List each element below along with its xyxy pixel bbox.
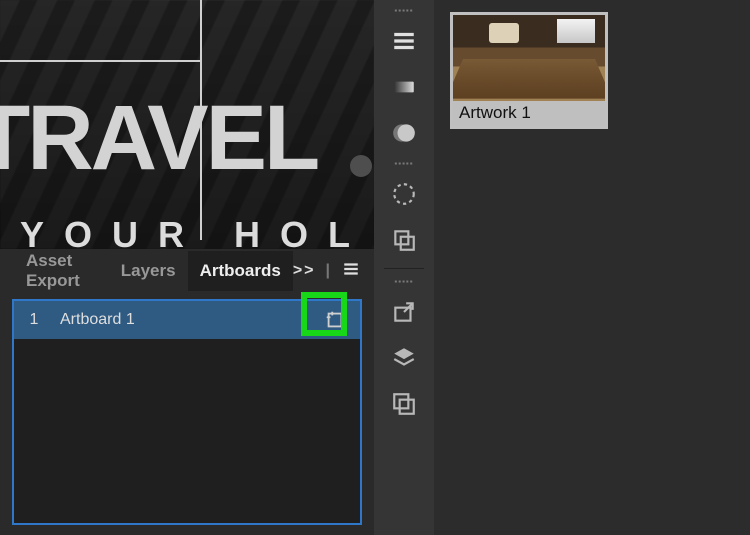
right-panel: Artwork 1 [434, 0, 750, 535]
tab-asset-export[interactable]: Asset Export [14, 241, 109, 301]
divider [384, 268, 424, 269]
tab-layers[interactable]: Layers [109, 251, 188, 291]
dock-grip-icon: ▪▪▪▪▪ [394, 159, 413, 168]
artboard-name[interactable]: Artboard 1 [54, 311, 314, 329]
menu-icon[interactable] [384, 21, 424, 61]
dock-grip-icon: ▪▪▪▪▪ [394, 277, 413, 286]
guide-horizontal [0, 60, 200, 62]
artboards-panel: Asset Export Layers Artboards >> | 1 Art… [0, 249, 374, 535]
overlap-squares-icon[interactable] [384, 220, 424, 260]
panel-menu-icon[interactable] [342, 260, 360, 283]
artboard-index: 1 [14, 311, 54, 329]
panel-dock: ▪▪▪▪▪ ▪▪▪▪▪ ▪▪▪▪▪ [374, 0, 434, 535]
headline-text: TRAVEL [0, 86, 317, 191]
gradient-icon[interactable] [384, 67, 424, 107]
layers-icon[interactable] [384, 338, 424, 378]
artboard-options-button[interactable] [314, 304, 356, 336]
document-canvas[interactable]: TRAVEL YOUR HOLIDA [0, 0, 374, 249]
artboards-icon[interactable] [384, 384, 424, 424]
divider: | [326, 262, 332, 280]
ellipse-icon[interactable] [384, 113, 424, 153]
artwork-thumbnail[interactable]: Artwork 1 [450, 12, 608, 129]
artboard-row[interactable]: 1 Artboard 1 [14, 301, 360, 339]
transform-anchor[interactable] [350, 155, 372, 177]
tabs-overflow-icon[interactable]: >> [293, 262, 316, 280]
thumbnail-image [453, 15, 605, 101]
dock-grip-icon: ▪▪▪▪▪ [394, 6, 413, 15]
export-icon[interactable] [384, 292, 424, 332]
app-root: TRAVEL YOUR HOLIDA ▪▪▪▪▪ ▪▪▪▪▪ ▪▪▪▪▪ [0, 0, 750, 535]
dashed-circle-icon[interactable] [384, 174, 424, 214]
artboard-list: 1 Artboard 1 [12, 299, 362, 525]
tab-artboards[interactable]: Artboards [188, 251, 293, 291]
thumbnail-label: Artwork 1 [453, 101, 605, 126]
panel-tabs: Asset Export Layers Artboards >> | [0, 249, 374, 293]
